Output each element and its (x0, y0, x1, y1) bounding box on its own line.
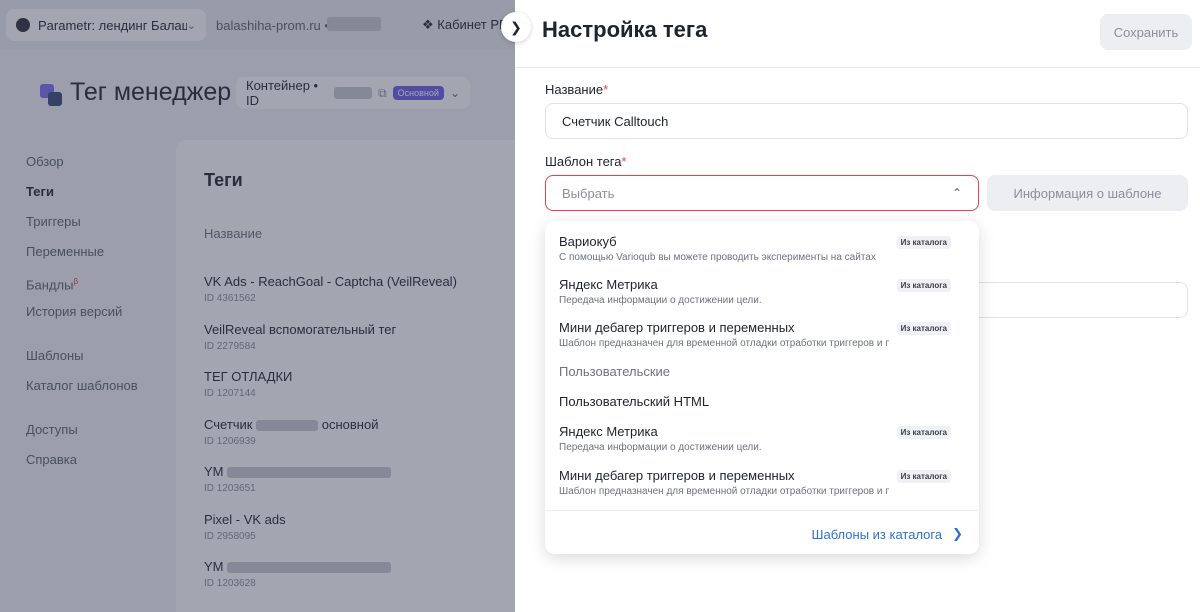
catalog-badge: Из каталога (896, 470, 951, 483)
catalog-templates-link[interactable]: Шаблоны из каталога ❯ (812, 526, 963, 542)
dropdown-option-varioqub[interactable]: Вариокуб С помощью Varioqub вы можете пр… (559, 234, 965, 263)
dropdown-group-custom: Пользовательские (559, 364, 671, 379)
template-dropdown: Вариокуб С помощью Varioqub вы можете пр… (545, 221, 979, 554)
divider (515, 67, 1200, 68)
divider (545, 510, 979, 511)
required-mark: * (621, 154, 627, 169)
chevron-up-icon: ⌃ (951, 186, 962, 200)
dropdown-option-mini-debugger-custom[interactable]: Мини дебагер триггеров и переменных Шабл… (559, 468, 965, 497)
catalog-badge: Из каталога (896, 279, 951, 292)
dropdown-option-mini-debugger[interactable]: Мини дебагер триггеров и переменных Шабл… (559, 320, 965, 349)
input-field[interactable] (979, 282, 1188, 318)
tag-name-value: Счетчик Calltouch (562, 113, 669, 129)
template-info-button[interactable]: Информация о шаблоне (987, 175, 1188, 211)
template-field-label: Шаблон тега* (545, 154, 627, 169)
dropdown-option-yandex-metrika[interactable]: Яндекс Метрика Передача информации о дос… (559, 277, 965, 306)
catalog-badge: Из каталога (896, 322, 951, 335)
chevron-right-icon: ❯ (510, 18, 522, 35)
name-field-label: Название* (545, 82, 609, 97)
catalog-badge: Из каталога (896, 236, 951, 249)
dropdown-option-custom-html[interactable]: Пользовательский HTML (559, 394, 965, 409)
required-mark: * (603, 82, 609, 97)
drawer-title: Настройка тега (542, 17, 708, 42)
collapse-drawer-button[interactable]: ❯ (501, 12, 531, 42)
catalog-badge: Из каталога (896, 426, 951, 439)
dropdown-option-yandex-metrika-custom[interactable]: Яндекс Метрика Передача информации о дос… (559, 424, 965, 453)
tag-name-input[interactable]: Счетчик Calltouch (545, 103, 1188, 139)
chevron-right-icon: ❯ (952, 526, 963, 541)
save-button[interactable]: Сохранить (1100, 14, 1192, 50)
select-placeholder: Выбрать (562, 185, 615, 201)
template-select[interactable]: Выбрать ⌃ (545, 175, 979, 211)
